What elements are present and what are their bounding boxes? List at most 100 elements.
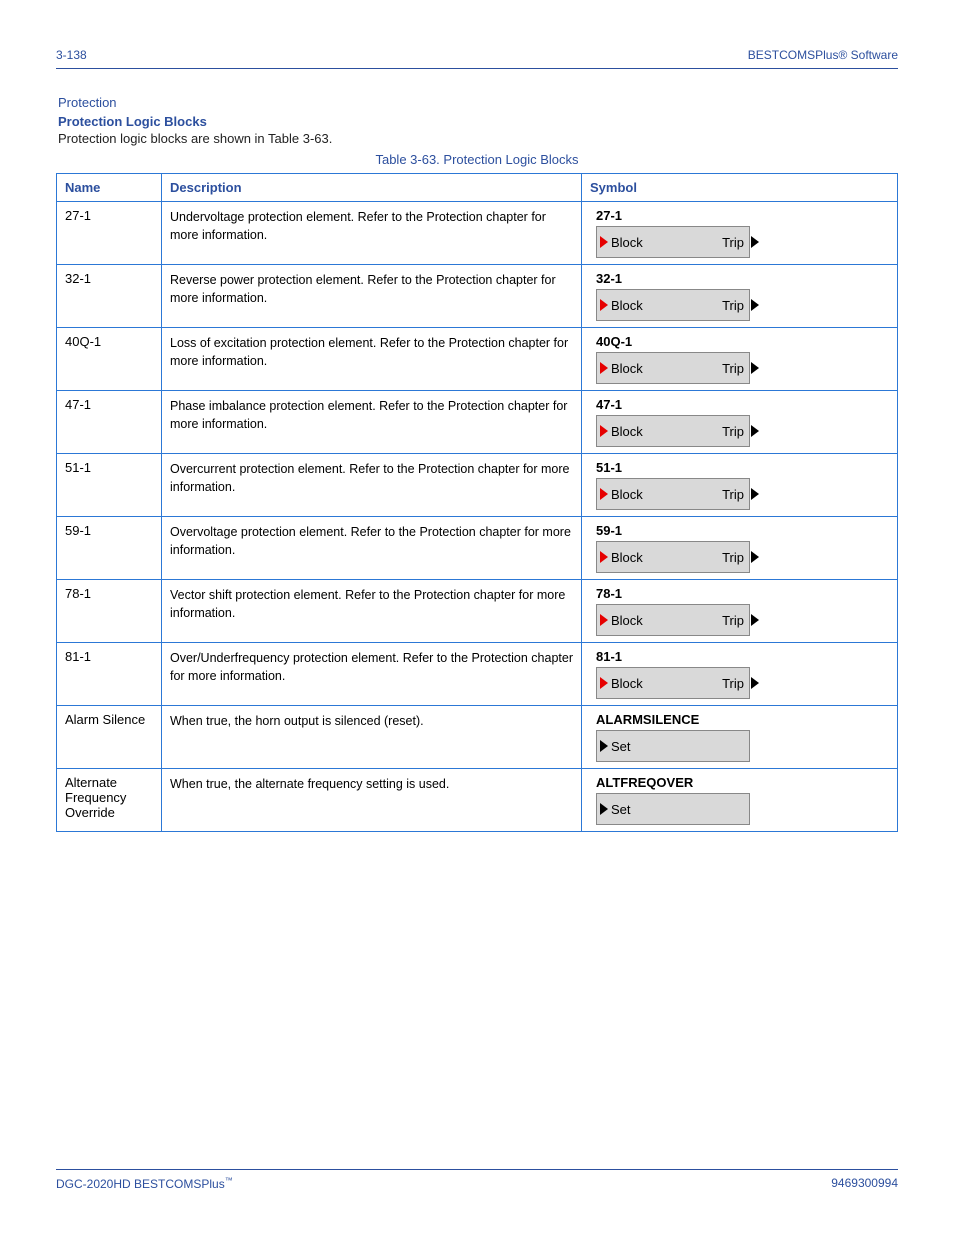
row-symbol-cell: 40Q-1 Block Trip <box>582 328 898 391</box>
header-page-number: 3-138 <box>56 48 87 62</box>
symbol-input-label: Block <box>611 424 643 439</box>
symbol-label: 59-1 <box>596 523 889 538</box>
symbol-label: 27-1 <box>596 208 889 223</box>
symbol-block: Set <box>596 793 750 825</box>
table-row: Alternate Frequency OverrideWhen true, t… <box>57 769 898 832</box>
row-description: Loss of excitation protection element. R… <box>162 328 582 391</box>
table-row: 32-1Reverse power protection element. Re… <box>57 265 898 328</box>
symbol-input-label: Block <box>611 550 643 565</box>
symbol-label: ALARMSILENCE <box>596 712 889 727</box>
symbol-block: Block Trip <box>596 667 750 699</box>
symbol-block: Block Trip <box>596 478 750 510</box>
page-footer: DGC-2020HD BESTCOMSPlus™ 9469300994 <box>56 1169 898 1191</box>
symbol-input-label: Block <box>611 676 643 691</box>
row-name: 78-1 <box>57 580 162 643</box>
symbol-input-label: Block <box>611 298 643 313</box>
symbol-block: Block Trip <box>596 226 750 258</box>
section-heading-1: Protection <box>58 95 898 110</box>
symbol-output-label: Trip <box>722 235 744 250</box>
symbol-label: 47-1 <box>596 397 889 412</box>
symbol-label: 40Q-1 <box>596 334 889 349</box>
table-row: 27-1Undervoltage protection element. Ref… <box>57 202 898 265</box>
symbol-input-label: Block <box>611 487 643 502</box>
row-description: Reverse power protection element. Refer … <box>162 265 582 328</box>
input-triangle-icon <box>600 236 608 248</box>
input-triangle-icon <box>600 362 608 374</box>
symbol-output-label: Trip <box>722 361 744 376</box>
table-row: 59-1Overvoltage protection element. Refe… <box>57 517 898 580</box>
output-triangle-icon <box>751 425 759 437</box>
symbol-input-label: Block <box>611 361 643 376</box>
symbol-input-label: Set <box>611 802 631 817</box>
row-symbol-cell: 27-1 Block Trip <box>582 202 898 265</box>
footer-left-a: DGC-2020HD <box>56 1177 131 1191</box>
table-row: 51-1Overcurrent protection element. Refe… <box>57 454 898 517</box>
symbol-input-label: Block <box>611 235 643 250</box>
input-triangle-icon <box>600 551 608 563</box>
row-description: When true, the horn output is silenced (… <box>162 706 582 769</box>
row-symbol-cell: 59-1 BlockTrip <box>582 517 898 580</box>
table-row: 47-1Phase imbalance protection element. … <box>57 391 898 454</box>
table-row: 78-1Vector shift protection element. Ref… <box>57 580 898 643</box>
output-triangle-icon <box>751 236 759 248</box>
symbol-block: Block Trip <box>596 604 750 636</box>
row-description: Phase imbalance protection element. Refe… <box>162 391 582 454</box>
symbol-input-label: Set <box>611 739 631 754</box>
symbol-label: ALTFREQOVER <box>596 775 889 790</box>
input-triangle-icon <box>600 740 608 752</box>
row-name: Alarm Silence <box>57 706 162 769</box>
row-name: 81-1 <box>57 643 162 706</box>
protection-logic-table: Name Description Symbol 27-1Undervoltage… <box>56 173 898 832</box>
input-triangle-icon <box>600 614 608 626</box>
input-triangle-icon <box>600 425 608 437</box>
footer-left-b: BESTCOMSPlus <box>134 1177 225 1191</box>
table-row: 40Q-1Loss of excitation protection eleme… <box>57 328 898 391</box>
symbol-block: BlockTrip <box>596 289 750 321</box>
symbol-label: 51-1 <box>596 460 889 475</box>
row-description: Vector shift protection element. Refer t… <box>162 580 582 643</box>
input-triangle-icon <box>600 803 608 815</box>
row-symbol-cell: 47-1 Block Trip <box>582 391 898 454</box>
col-header-symbol: Symbol <box>582 174 898 202</box>
col-header-name: Name <box>57 174 162 202</box>
row-name: 59-1 <box>57 517 162 580</box>
symbol-block: Set <box>596 730 750 762</box>
header-section: BESTCOMSPlus® Software <box>748 48 898 62</box>
symbol-block: Block Trip <box>596 352 750 384</box>
row-symbol-cell: 51-1 Block Trip <box>582 454 898 517</box>
row-name: 47-1 <box>57 391 162 454</box>
symbol-output-label: Trip <box>722 424 744 439</box>
symbol-input-label: Block <box>611 613 643 628</box>
input-triangle-icon <box>600 299 608 311</box>
input-triangle-icon <box>600 677 608 689</box>
row-symbol-cell: ALARMSILENCE Set <box>582 706 898 769</box>
symbol-block: BlockTrip <box>596 541 750 573</box>
output-triangle-icon <box>751 551 759 563</box>
trademark-symbol: ™ <box>225 1176 233 1185</box>
row-symbol-cell: 32-1 BlockTrip <box>582 265 898 328</box>
input-triangle-icon <box>600 488 608 500</box>
row-description: Overvoltage protection element. Refer to… <box>162 517 582 580</box>
symbol-block: Block Trip <box>596 415 750 447</box>
row-name: Alternate Frequency Override <box>57 769 162 832</box>
footer-right: 9469300994 <box>831 1176 898 1191</box>
row-description: Undervoltage protection element. Refer t… <box>162 202 582 265</box>
symbol-label: 78-1 <box>596 586 889 601</box>
col-header-description: Description <box>162 174 582 202</box>
symbol-output-label: Trip <box>722 487 744 502</box>
row-name: 32-1 <box>57 265 162 328</box>
output-triangle-icon <box>751 362 759 374</box>
row-description: Overcurrent protection element. Refer to… <box>162 454 582 517</box>
intro-text: Protection logic blocks are shown in Tab… <box>58 131 898 146</box>
row-name: 40Q-1 <box>57 328 162 391</box>
output-triangle-icon <box>751 299 759 311</box>
output-triangle-icon <box>751 614 759 626</box>
table-caption: Table 3-63. Protection Logic Blocks <box>56 152 898 167</box>
row-name: 27-1 <box>57 202 162 265</box>
symbol-label: 81-1 <box>596 649 889 664</box>
row-symbol-cell: 81-1 Block Trip <box>582 643 898 706</box>
symbol-output-label: Trip <box>722 613 744 628</box>
symbol-output-label: Trip <box>722 676 744 691</box>
row-name: 51-1 <box>57 454 162 517</box>
output-triangle-icon <box>751 488 759 500</box>
